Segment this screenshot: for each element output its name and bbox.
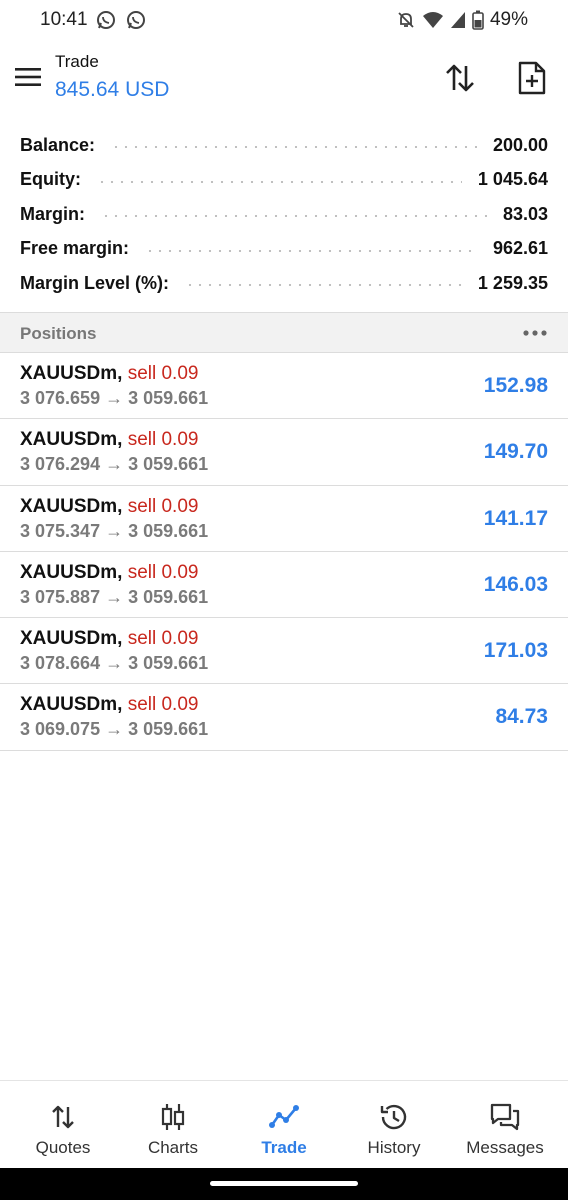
summary-row-margin-level: Margin Level (%): 1 259.35: [0, 266, 568, 301]
position-side: sell 0.09: [127, 628, 199, 650]
position-side: sell 0.09: [127, 694, 199, 716]
status-bar: 10:41 49%: [0, 0, 568, 40]
home-gesture-handle[interactable]: [210, 1181, 358, 1186]
position-symbol: XAUUSDm,: [20, 363, 123, 384]
summary-row-equity: Equity: 1 045.64: [0, 163, 568, 198]
position-side: sell 0.09: [127, 495, 199, 517]
summary-label: Margin Level (%):: [20, 272, 178, 294]
nav-label: Charts: [147, 1138, 199, 1157]
nav-label: Messages: [466, 1138, 544, 1157]
summary-value: 200.00: [484, 134, 548, 156]
position-prices: 3 075.347 → 3 059.661: [20, 520, 209, 541]
position-row[interactable]: XAUUSDm, sell 0.09 3 076.659 → 3 059.661…: [0, 353, 568, 420]
position-prices: 3 069.075 → 3 059.661: [20, 719, 209, 740]
summary-row-margin: Margin: 83.03: [0, 197, 568, 232]
new-order-icon[interactable]: [514, 60, 550, 96]
account-summary: Balance: 200.00 Equity: 1 045.64 Margin:…: [0, 128, 568, 301]
nav-item-charts[interactable]: Charts: [118, 1081, 228, 1169]
position-row[interactable]: XAUUSDm, sell 0.09 3 069.075 → 3 059.661…: [0, 684, 568, 751]
summary-row-balance: Balance: 200.00: [0, 128, 568, 163]
summary-label: Balance:: [20, 134, 104, 156]
summary-value: 83.03: [494, 203, 548, 225]
position-profit: 84.73: [495, 705, 548, 729]
whatsapp-icon: [97, 11, 115, 29]
position-symbol: XAUUSDm,: [20, 561, 123, 583]
wifi-icon: [422, 12, 443, 28]
position-symbol: XAUUSDm,: [20, 429, 123, 451]
summary-value: 962.61: [484, 238, 548, 260]
positions-list: XAUUSDm, sell 0.09 3 076.659 → 3 059.661…: [0, 353, 568, 751]
position-prices: 3 075.887 → 3 059.661: [20, 586, 209, 607]
position-symbol: XAUUSDm,: [20, 694, 123, 716]
position-profit: 141.17: [483, 506, 548, 530]
dotted-leader: [101, 215, 487, 218]
sort-icon[interactable]: [442, 60, 478, 96]
bottom-navigation: Quotes Charts Trade History Messages: [0, 1080, 568, 1168]
quotes-icon: [52, 1105, 74, 1129]
dotted-leader: [185, 284, 462, 287]
positions-title: Positions: [20, 324, 97, 343]
positions-section-header: Positions: [0, 312, 568, 353]
nav-item-quotes[interactable]: Quotes: [8, 1081, 118, 1169]
nav-label: History: [367, 1138, 421, 1157]
position-symbol-line: XAUUSDm, sell 0.09: [20, 363, 198, 385]
position-symbol: XAUUSDm,: [20, 495, 123, 517]
position-profit: 171.03: [483, 639, 548, 663]
system-gesture-bar: [0, 1168, 568, 1200]
mute-icon: [398, 12, 414, 28]
position-side: sell 0.09: [127, 363, 199, 384]
signal-icon: [450, 12, 465, 28]
position-profit: 146.03: [483, 572, 548, 596]
whatsapp-icon: [127, 11, 145, 29]
position-profit: 149.70: [483, 440, 548, 464]
position-side: sell 0.09: [127, 561, 199, 583]
battery-icon: [472, 10, 484, 30]
summary-label: Free margin:: [20, 238, 138, 260]
position-row[interactable]: XAUUSDm, sell 0.09 3 075.887 → 3 059.661…: [0, 552, 568, 619]
dotted-leader: [111, 146, 477, 149]
equity-display: 845.64 USD: [55, 78, 170, 101]
dotted-leader: [145, 249, 477, 252]
position-symbol-line: XAUUSDm, sell 0.09: [20, 562, 198, 584]
menu-icon[interactable]: [14, 66, 42, 88]
page-title: Trade: [55, 52, 99, 71]
position-side: sell 0.09: [127, 429, 199, 451]
charts-icon: [161, 1104, 185, 1130]
status-time: 10:41: [40, 9, 88, 30]
position-symbol-line: XAUUSDm, sell 0.09: [20, 628, 198, 650]
dotted-leader: [97, 180, 462, 183]
summary-value: 1 045.64: [469, 169, 548, 191]
position-row[interactable]: XAUUSDm, sell 0.09 3 075.347 → 3 059.661…: [0, 486, 568, 552]
nav-item-messages[interactable]: Messages: [450, 1081, 560, 1169]
position-prices: 3 076.659 → 3 059.661: [20, 388, 209, 408]
battery-percent: 49%: [489, 9, 528, 30]
position-symbol-line: XAUUSDm, sell 0.09: [20, 496, 198, 518]
position-symbol: XAUUSDm,: [20, 628, 123, 650]
summary-value: 1 259.35: [469, 272, 548, 294]
more-horizontal-icon[interactable]: [522, 327, 548, 339]
summary-label: Margin:: [20, 203, 93, 225]
position-prices: 3 078.664 → 3 059.661: [20, 653, 209, 674]
position-symbol-line: XAUUSDm, sell 0.09: [20, 694, 198, 716]
position-profit: 152.98: [483, 374, 548, 397]
messages-icon: [490, 1103, 520, 1131]
nav-item-history[interactable]: History: [339, 1081, 449, 1169]
trade-icon: [269, 1105, 299, 1128]
summary-row-free-margin: Free margin: 962.61: [0, 232, 568, 267]
history-icon: [380, 1104, 407, 1130]
summary-label: Equity:: [20, 169, 89, 191]
nav-item-trade[interactable]: Trade: [229, 1081, 339, 1169]
position-row[interactable]: XAUUSDm, sell 0.09 3 076.294 → 3 059.661…: [0, 419, 568, 486]
nav-label: Quotes: [35, 1138, 91, 1157]
app-header: Trade 845.64 USD: [0, 40, 568, 120]
nav-label: Trade: [261, 1138, 307, 1157]
position-row[interactable]: XAUUSDm, sell 0.09 3 078.664 → 3 059.661…: [0, 618, 568, 685]
position-prices: 3 076.294 → 3 059.661: [20, 454, 209, 475]
position-symbol-line: XAUUSDm, sell 0.09: [20, 429, 198, 451]
